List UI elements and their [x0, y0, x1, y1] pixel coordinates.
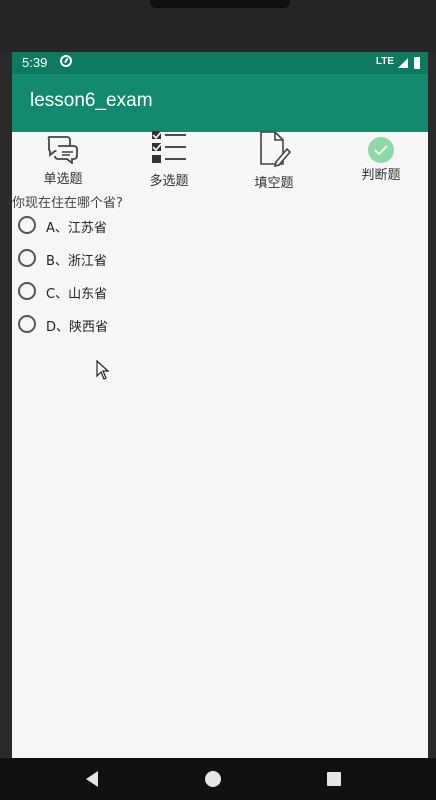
option-label: C、山东省 — [46, 287, 108, 302]
speaker-grille — [150, 0, 290, 8]
checklist-icon — [150, 130, 188, 170]
sync-icon — [60, 55, 72, 67]
recent-apps-icon[interactable] — [327, 772, 341, 786]
answer-options: A、江苏省 B、浙江省 C、山东省 D、陕西省 — [18, 210, 218, 342]
option-a[interactable]: A、江苏省 — [18, 210, 218, 243]
device-frame: 5:39 LTE lesson6_exam 单选题 多选题 填空题 判断题 你现… — [0, 0, 436, 800]
option-b[interactable]: B、浙江省 — [18, 243, 218, 276]
app-bar: lesson6_exam — [12, 74, 428, 132]
status-time: 5:39 — [22, 55, 48, 70]
battery-icon — [414, 57, 420, 69]
question-type-tabs: 单选题 多选题 填空题 判断题 — [12, 130, 428, 191]
option-c[interactable]: C、山东省 — [18, 276, 218, 309]
tab-label: 单选题 — [43, 172, 83, 187]
tab-multiple-choice[interactable]: 多选题 — [124, 130, 214, 190]
network-type: LTE — [375, 56, 394, 67]
tab-label: 填空题 — [254, 176, 294, 191]
radio-button[interactable] — [18, 315, 36, 333]
tab-label: 判断题 — [361, 168, 401, 183]
question-text: 你现在住在哪个省? — [12, 196, 123, 211]
chat-bubbles-icon — [45, 134, 81, 168]
navigation-bar — [0, 758, 436, 800]
home-icon[interactable] — [205, 771, 221, 787]
option-d[interactable]: D、陕西省 — [18, 309, 218, 342]
status-bar: 5:39 LTE — [12, 52, 428, 74]
option-label: A、江苏省 — [46, 221, 107, 236]
tab-fill-blank[interactable]: 填空题 — [229, 130, 319, 191]
back-icon[interactable] — [86, 771, 98, 787]
tab-single-choice[interactable]: 单选题 — [18, 132, 108, 190]
radio-button[interactable] — [18, 249, 36, 267]
radio-button[interactable] — [18, 282, 36, 300]
top-bezel — [0, 0, 436, 52]
tab-label: 多选题 — [149, 174, 189, 189]
option-label: B、浙江省 — [46, 254, 107, 269]
signal-icon — [398, 58, 408, 68]
radio-button[interactable] — [18, 216, 36, 234]
tab-true-false[interactable]: 判断题 — [336, 132, 426, 190]
mouse-pointer-icon — [96, 359, 110, 384]
document-edit-icon — [256, 130, 292, 172]
option-label: D、陕西省 — [46, 320, 109, 335]
app-screen: 5:39 LTE lesson6_exam 单选题 多选题 填空题 判断题 你现… — [12, 52, 428, 758]
app-title: lesson6_exam — [30, 90, 153, 111]
